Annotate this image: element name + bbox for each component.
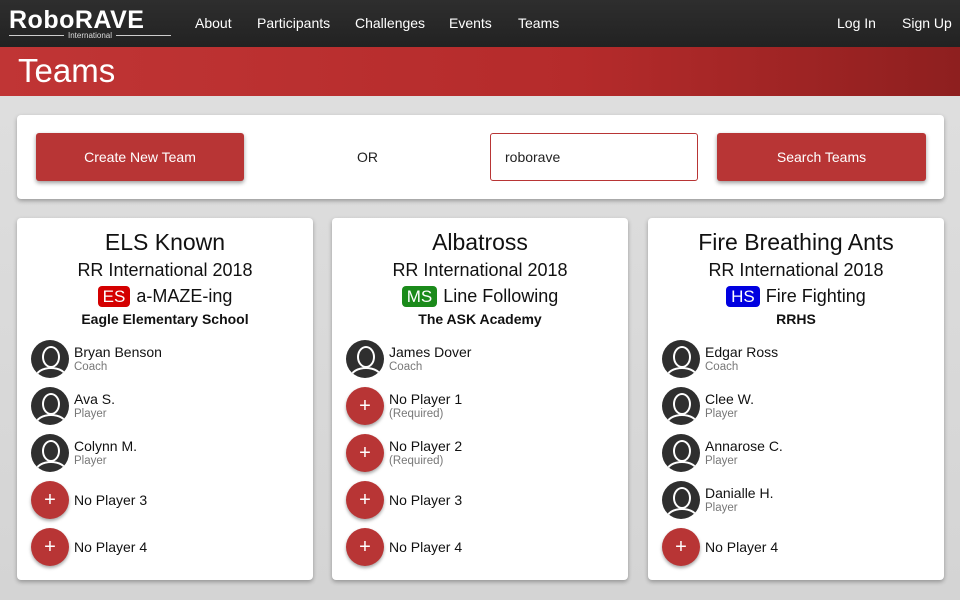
team-name[interactable]: Albatross [332, 229, 628, 256]
login-link[interactable]: Log In [837, 15, 876, 31]
member-name: James Dover [389, 344, 472, 360]
plus-icon[interactable]: + [346, 387, 384, 425]
team-member: Annarose C. Player [662, 434, 783, 472]
plus-icon[interactable]: + [346, 481, 384, 519]
member-role: (Required) [389, 455, 444, 467]
nav-participants[interactable]: Participants [257, 15, 330, 31]
empty-slot[interactable]: + No Player 4 [346, 528, 471, 566]
team-member: Colynn M. Player [31, 434, 162, 472]
member-role: Coach [705, 361, 739, 373]
user-icon [662, 434, 700, 472]
member-name: No Player 4 [389, 539, 463, 555]
team-event: RR International 2018 [708, 260, 884, 280]
team-division: MS Line Following [332, 286, 628, 307]
team-member: Ava S. Player [31, 387, 162, 425]
empty-slot[interactable]: + No Player 4 [31, 528, 162, 566]
empty-slot[interactable]: + No Player 3 [31, 481, 162, 519]
member-name: Clee W. [705, 391, 755, 407]
search-teams-button[interactable]: Search Teams [717, 133, 926, 181]
team-member: Bryan Benson Coach [31, 340, 162, 378]
or-label: OR [357, 149, 378, 165]
member-role: Player [74, 455, 107, 467]
team-member: James Dover Coach [346, 340, 471, 378]
team-division: ES a-MAZE-ing [17, 286, 313, 307]
nav-about[interactable]: About [195, 15, 232, 31]
team-name[interactable]: ELS Known [17, 229, 313, 256]
member-name: No Player 1 [389, 391, 463, 407]
plus-icon[interactable]: + [31, 481, 69, 519]
team-card: Albatross RR International 2018 MS Line F… [332, 218, 628, 580]
member-name: No Player 2 [389, 438, 463, 454]
search-panel: Create New Team OR Search Teams [17, 115, 944, 199]
empty-slot[interactable]: + No Player 1 (Required) [346, 387, 471, 425]
nav-events[interactable]: Events [449, 15, 492, 31]
plus-icon[interactable]: + [346, 434, 384, 472]
team-member: Clee W. Player [662, 387, 783, 425]
page-title: Teams [18, 52, 116, 89]
empty-slot[interactable]: + No Player 2 (Required) [346, 434, 471, 472]
member-name: No Player 4 [74, 539, 148, 555]
member-role: Player [74, 408, 107, 420]
team-event: RR International 2018 [77, 260, 253, 280]
user-icon [31, 387, 69, 425]
user-icon [662, 387, 700, 425]
team-member: Edgar Ross Coach [662, 340, 783, 378]
school-name: The ASK Academy [418, 311, 542, 327]
member-name: Ava S. [74, 391, 115, 407]
division-badge: ES [97, 286, 131, 307]
member-role: Coach [389, 361, 423, 373]
member-name: No Player 3 [389, 492, 463, 508]
division-badge: MS [401, 286, 438, 307]
challenge-name: Line Following [443, 286, 559, 306]
member-role: Player [705, 408, 738, 420]
school-name: RRHS [776, 311, 816, 327]
empty-slot[interactable]: + No Player 4 [662, 528, 783, 566]
plus-icon[interactable]: + [346, 528, 384, 566]
member-list: James Dover Coach + No Player 1 (Require… [346, 340, 471, 575]
user-icon [662, 481, 700, 519]
member-name: Colynn M. [74, 438, 138, 454]
user-icon [31, 340, 69, 378]
member-role: Player [705, 455, 738, 467]
create-team-button[interactable]: Create New Team [36, 133, 244, 181]
user-icon [31, 434, 69, 472]
plus-icon[interactable]: + [31, 528, 69, 566]
nav-challenges[interactable]: Challenges [355, 15, 425, 31]
empty-slot[interactable]: + No Player 3 [346, 481, 471, 519]
team-card: Fire Breathing Ants RR International 201… [648, 218, 944, 580]
user-icon [662, 340, 700, 378]
team-name[interactable]: Fire Breathing Ants [648, 229, 944, 256]
user-icon [346, 340, 384, 378]
school-name: Eagle Elementary School [81, 311, 249, 327]
member-role: Player [705, 502, 738, 514]
page-banner: Teams [0, 47, 960, 96]
member-name: No Player 3 [74, 492, 148, 508]
member-role: Coach [74, 361, 108, 373]
team-member: Danialle H. Player [662, 481, 783, 519]
challenge-name: Fire Fighting [765, 286, 866, 306]
member-name: No Player 4 [705, 539, 779, 555]
member-role: (Required) [389, 408, 444, 420]
plus-icon[interactable]: + [662, 528, 700, 566]
signup-link[interactable]: Sign Up [902, 15, 952, 31]
nav-teams[interactable]: Teams [518, 15, 559, 31]
top-nav: RoboRAVE International About Participant… [0, 0, 960, 47]
member-name: Bryan Benson [74, 344, 162, 360]
member-name: Annarose C. [705, 438, 783, 454]
member-list: Edgar Ross Coach Clee W. Player Annarose… [662, 340, 783, 575]
team-card: ELS Known RR International 2018 ES a-MAZE… [17, 218, 313, 580]
roborave-logo[interactable]: RoboRAVE International [9, 8, 171, 41]
challenge-name: a-MAZE-ing [136, 286, 233, 306]
member-list: Bryan Benson Coach Ava S. Player Colynn … [31, 340, 162, 575]
division-badge: HS [726, 286, 760, 307]
team-event: RR International 2018 [392, 260, 568, 280]
team-search-input[interactable] [490, 133, 698, 181]
member-name: Edgar Ross [705, 344, 779, 360]
team-division: HS Fire Fighting [648, 286, 944, 307]
member-name: Danialle H. [705, 485, 774, 501]
